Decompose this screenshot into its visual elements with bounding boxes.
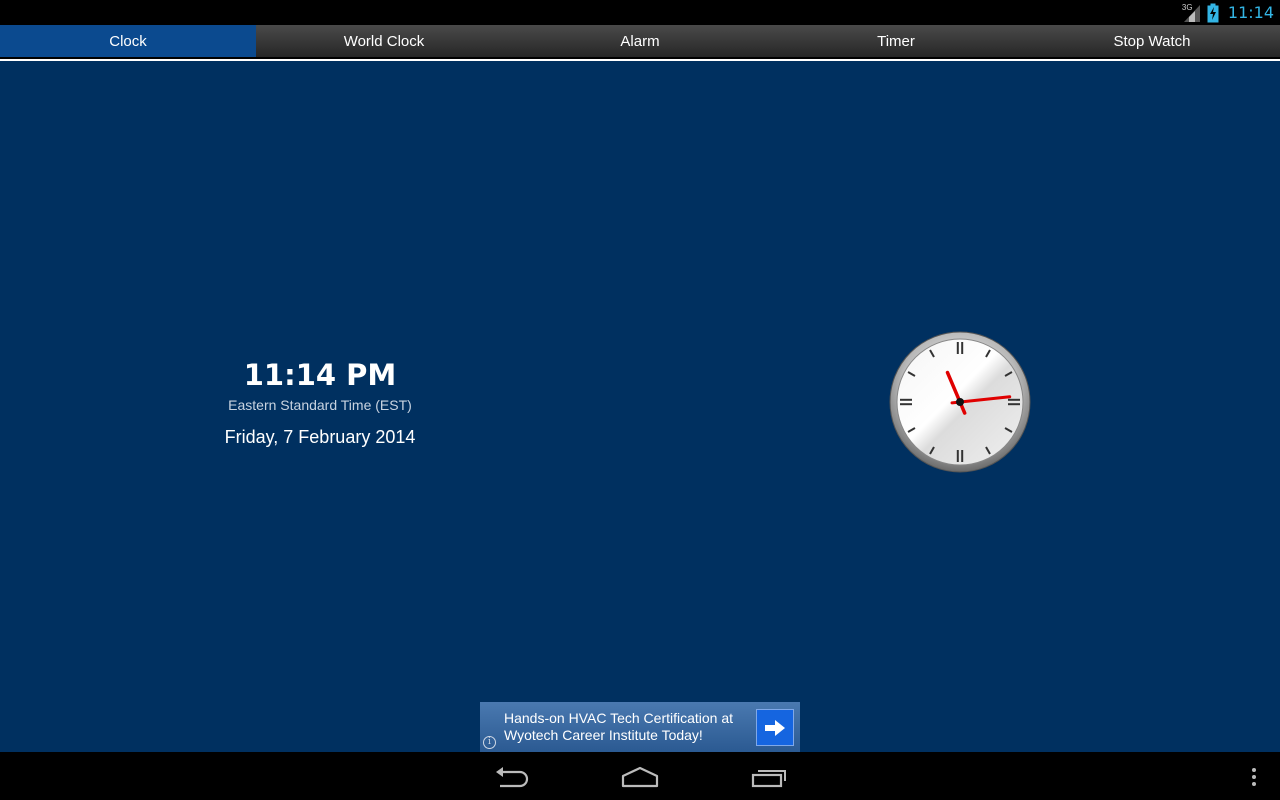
current-time: 11:14 PM [243, 358, 397, 392]
tab-world-clock[interactable]: World Clock [256, 25, 512, 57]
ad-go-button[interactable] [756, 709, 794, 746]
tab-alarm[interactable]: Alarm [512, 25, 768, 57]
tab-stop-watch[interactable]: Stop Watch [1024, 25, 1280, 57]
clock-center-pin [956, 398, 964, 406]
status-time: 11:14 [1227, 3, 1274, 22]
status-icons: 3G 11:14 [1182, 0, 1274, 25]
ad-text[interactable]: Hands-on HVAC Tech Certification at Wyot… [504, 710, 764, 744]
tab-clock[interactable]: Clock [0, 25, 256, 57]
tab-bar: Clock World Clock Alarm Timer Stop Watch [0, 25, 1280, 57]
signal-icon: 3G [1182, 3, 1202, 23]
back-icon [496, 767, 529, 788]
recent-apps-button[interactable] [745, 762, 793, 792]
back-button[interactable] [488, 762, 536, 792]
network-type-label: 3G [1181, 2, 1193, 12]
home-icon [621, 766, 659, 788]
current-date: Friday, 7 February 2014 [224, 427, 416, 447]
ad-info-icon[interactable]: i [483, 736, 496, 749]
ad-line-1: Hands-on HVAC Tech Certification at [504, 710, 734, 726]
ad-banner[interactable]: Hands-on HVAC Tech Certification at Wyot… [480, 702, 800, 752]
navigation-bar [0, 752, 1280, 800]
clock-panel: 11:14 PM Eastern Standard Time (EST) Fri… [0, 61, 1280, 752]
overflow-menu-icon [1252, 768, 1256, 786]
status-bar: 3G 11:14 [0, 0, 1280, 25]
overflow-menu-button[interactable] [1230, 762, 1278, 792]
recent-apps-icon [751, 770, 786, 788]
timezone-label: Eastern Standard Time (EST) [228, 397, 412, 413]
digital-clock: 11:14 PM Eastern Standard Time (EST) Fri… [120, 357, 520, 448]
analog-clock [889, 331, 1031, 473]
ad-line-2: Wyotech Career Institute Today! [504, 727, 703, 743]
arrow-right-icon [765, 719, 785, 736]
battery-charging-icon [1207, 3, 1219, 22]
tab-timer[interactable]: Timer [768, 25, 1024, 57]
home-button[interactable] [616, 762, 664, 792]
